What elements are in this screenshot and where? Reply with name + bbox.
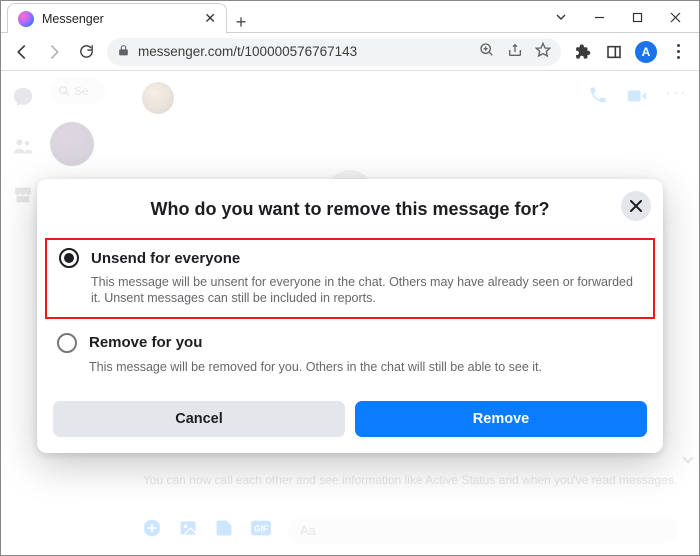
url-text: messenger.com/t/100000576767143 [138, 44, 357, 59]
window-titlebar: Messenger ✕ + [1, 1, 699, 33]
lock-icon [117, 44, 130, 60]
radio-selected-icon [59, 248, 79, 268]
browser-menu-button[interactable] [667, 41, 689, 63]
nav-reload-button[interactable] [75, 41, 97, 63]
profile-avatar[interactable]: A [635, 41, 657, 63]
option-description: This message will be unsent for everyone… [91, 274, 641, 307]
chevron-down-icon[interactable] [543, 3, 579, 31]
option-description: This message will be removed for you. Ot… [89, 359, 643, 375]
remove-button[interactable]: Remove [355, 401, 647, 437]
tab-strip: Messenger ✕ + [1, 1, 543, 33]
share-icon[interactable] [507, 42, 523, 61]
cancel-button[interactable]: Cancel [53, 401, 345, 437]
dialog-title: Who do you want to remove this message f… [37, 197, 663, 234]
nav-back-button[interactable] [11, 41, 33, 63]
window-close-button[interactable] [657, 3, 693, 31]
window-controls [543, 1, 699, 33]
tab-title: Messenger [42, 12, 104, 26]
option-label: Unsend for everyone [91, 250, 240, 267]
address-bar[interactable]: messenger.com/t/100000576767143 [107, 38, 561, 66]
window-maximize-button[interactable] [619, 3, 655, 31]
nav-forward-button[interactable] [43, 41, 65, 63]
omnibox-actions [479, 42, 551, 61]
remove-message-dialog: Who do you want to remove this message f… [37, 179, 663, 453]
option-unsend-everyone[interactable]: Unsend for everyone This message will be… [45, 238, 655, 319]
zoom-icon[interactable] [479, 42, 495, 61]
option-remove-for-you[interactable]: Remove for you This message will be remo… [37, 323, 663, 387]
tab-close-icon[interactable]: ✕ [204, 10, 216, 27]
dialog-buttons: Cancel Remove [37, 387, 663, 437]
sidepanel-icon[interactable] [603, 41, 625, 63]
close-icon [629, 199, 643, 213]
browser-toolbar: messenger.com/t/100000576767143 A [1, 33, 699, 71]
bookmark-star-icon[interactable] [535, 42, 551, 61]
window-minimize-button[interactable] [581, 3, 617, 31]
new-tab-button[interactable]: + [227, 12, 255, 33]
dialog-close-button[interactable] [621, 191, 651, 221]
radio-unselected-icon [57, 333, 77, 353]
option-label: Remove for you [89, 334, 202, 351]
messenger-favicon-icon [18, 11, 34, 27]
browser-tab-messenger[interactable]: Messenger ✕ [7, 3, 227, 33]
extensions-icon[interactable] [571, 41, 593, 63]
